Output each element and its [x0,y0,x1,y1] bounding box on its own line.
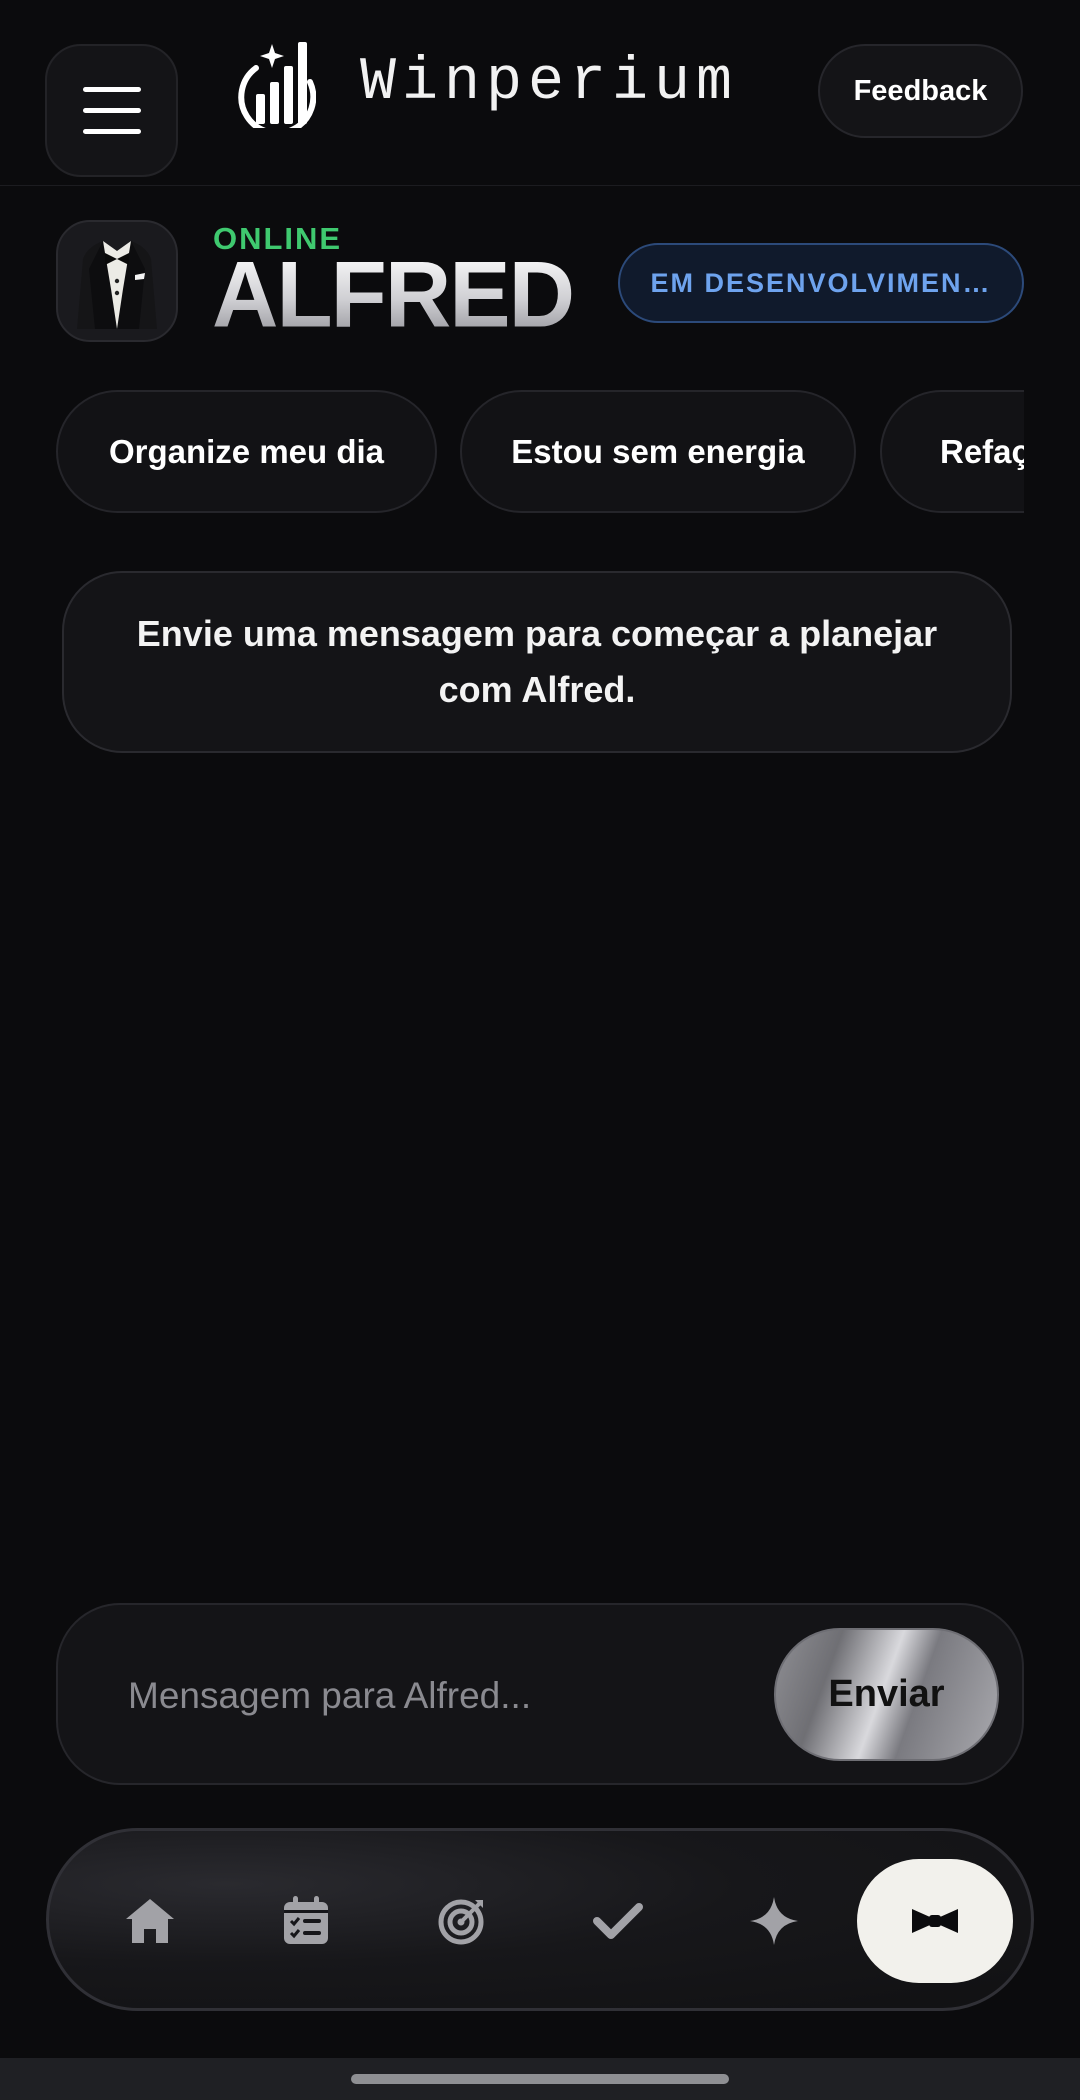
nav-ai[interactable] [729,1876,819,1966]
message-input[interactable] [126,1657,750,1735]
empty-chat-card: Envie uma mensagem para começar a planej… [62,571,1012,753]
feedback-button[interactable]: Feedback [818,44,1023,138]
quick-prompt-chip[interactable]: Organize meu dia [56,390,437,513]
nav-planner[interactable] [261,1876,351,1966]
home-indicator[interactable] [351,2074,729,2084]
bowtie-icon [912,1909,958,1933]
send-button[interactable]: Enviar [774,1628,999,1761]
target-icon [438,1899,484,1945]
quick-prompt-chip[interactable]: Refaç [880,390,1024,513]
calendar-checklist-icon [284,1896,328,1944]
development-badge: EM DESENVOLVIMEN… [618,243,1024,323]
nav-goals[interactable] [417,1876,507,1966]
quick-prompts-row[interactable]: Organize meu dia Estou sem energia Refaç [56,390,1024,515]
nav-tasks[interactable] [573,1876,663,1966]
winperium-logo-icon [238,42,316,128]
bottom-navigation [46,1828,1034,2011]
menu-button[interactable] [45,44,178,177]
agent-name: ALFRED [212,242,575,347]
tuxedo-icon [77,241,157,329]
quick-prompt-chip[interactable]: Estou sem energia [460,390,856,513]
empty-chat-message: Envie uma mensagem para começar a planej… [136,613,938,710]
nav-home[interactable] [105,1876,195,1966]
avatar [56,220,178,342]
message-composer: Enviar [56,1603,1024,1785]
sparkle-icon [750,1897,798,1945]
check-icon [593,1903,643,1939]
nav-alfred[interactable] [857,1859,1013,1983]
home-icon [126,1899,174,1943]
brand-logo[interactable]: Winperium [234,38,738,128]
top-bar: Winperium Feedback [0,0,1080,186]
system-gesture-bar [0,2058,1080,2100]
brand-name: Winperium [360,49,739,117]
hamburger-menu-icon [82,86,141,134]
